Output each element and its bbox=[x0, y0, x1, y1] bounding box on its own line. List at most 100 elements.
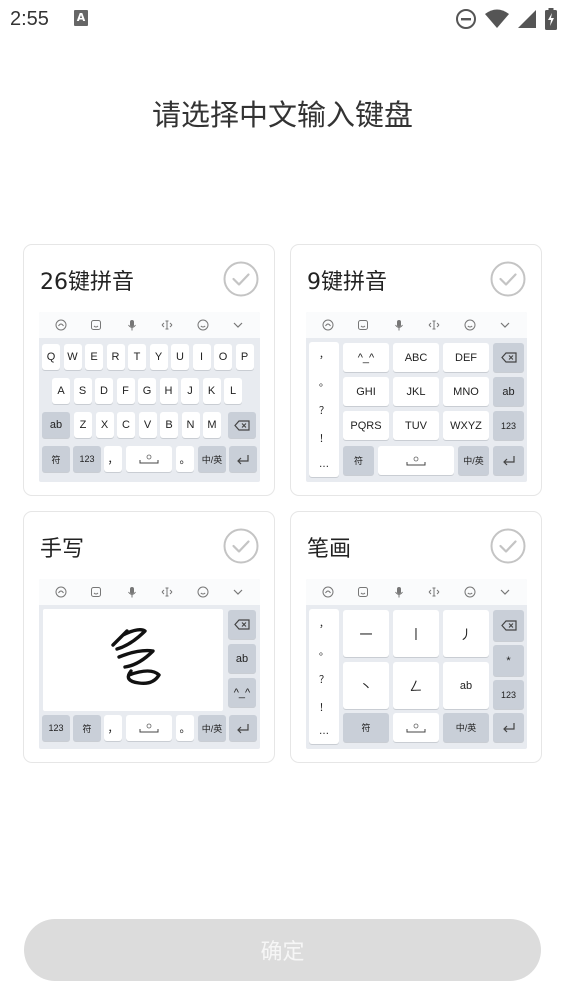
check-circle-icon[interactable] bbox=[223, 261, 259, 297]
microphone-icon bbox=[394, 320, 403, 331]
page-title: 请选择中文输入键盘 bbox=[151, 98, 413, 132]
keyboard-toolbar bbox=[39, 312, 260, 338]
key: DEF bbox=[443, 343, 489, 372]
enter-icon bbox=[237, 723, 249, 733]
punct-key: ！ bbox=[319, 434, 329, 445]
punctuation-column: ， 。 ？ ！ … bbox=[309, 342, 339, 477]
key: Y bbox=[149, 344, 168, 370]
key: A bbox=[52, 378, 70, 404]
check-circle-icon[interactable] bbox=[490, 261, 526, 297]
cursor-move-icon bbox=[428, 320, 440, 330]
key: Q bbox=[42, 344, 60, 370]
space-icon bbox=[406, 456, 426, 465]
check-circle-icon[interactable] bbox=[223, 528, 259, 564]
space-icon bbox=[139, 723, 159, 733]
key: U bbox=[171, 344, 189, 370]
keyboard-option-stroke[interactable]: 笔画 ， 。 ？ ！ … 一 丨 丿 丶 𠃋 ab * 123 符 中/英 bbox=[290, 511, 542, 763]
keyboard-preview: ab ^_^ 123 符 ， 。 中/英 bbox=[39, 579, 260, 749]
keyboard-option-pinyin26[interactable]: 26键拼音 Q W E R T Y U I O P A S D F G H J … bbox=[23, 244, 275, 496]
backspace-icon bbox=[500, 620, 517, 631]
cellular-signal-icon bbox=[518, 10, 536, 28]
space-key bbox=[126, 715, 172, 741]
keyboard-option-handwrite[interactable]: 手写 ab ^_^ 123 符 ， 。 中/英 bbox=[23, 511, 275, 763]
emoji-panel-icon bbox=[358, 587, 369, 597]
microphone-icon bbox=[127, 320, 136, 331]
keyboard-toolbar bbox=[39, 579, 260, 605]
backspace-key bbox=[493, 610, 524, 641]
key: 123 bbox=[42, 715, 70, 741]
key: ab bbox=[443, 662, 489, 709]
key: ^_^ bbox=[343, 343, 389, 372]
smiley-icon bbox=[197, 319, 209, 331]
confirm-button[interactable]: 确定 bbox=[24, 919, 541, 981]
key: ab bbox=[228, 644, 256, 673]
handwriting-area bbox=[43, 609, 223, 711]
key: 123 bbox=[73, 446, 101, 472]
key: N bbox=[181, 412, 200, 438]
logo-icon bbox=[322, 319, 334, 331]
key: 中/英 bbox=[443, 713, 489, 742]
microphone-icon bbox=[394, 587, 403, 598]
enter-key bbox=[229, 446, 257, 472]
punctuation-column: ， 。 ？ ！ … bbox=[309, 609, 339, 744]
key: C bbox=[117, 412, 135, 438]
notification-a-icon: A bbox=[74, 10, 88, 26]
key: 中/英 bbox=[198, 715, 226, 741]
cursor-move-icon bbox=[428, 587, 440, 597]
key: 中/英 bbox=[198, 446, 226, 472]
enter-key bbox=[229, 715, 257, 741]
punct-key: ？ bbox=[319, 406, 329, 417]
keyboard-preview: ， 。 ？ ！ … 一 丨 丿 丶 𠃋 ab * 123 符 中/英 bbox=[306, 579, 527, 749]
wifi-icon bbox=[485, 9, 509, 28]
key: J bbox=[181, 378, 199, 404]
punct-key: ？ bbox=[319, 675, 329, 686]
smiley-icon bbox=[464, 586, 476, 598]
key: 123 bbox=[493, 680, 524, 709]
key: 符 bbox=[73, 715, 101, 741]
punct-key: 。 bbox=[319, 647, 329, 658]
key: * bbox=[493, 645, 524, 676]
chevron-down-icon bbox=[500, 589, 510, 595]
key: M bbox=[203, 412, 221, 438]
key: L bbox=[224, 378, 242, 404]
chevron-down-icon bbox=[500, 322, 510, 328]
punct-key: ， bbox=[319, 350, 329, 361]
option-label: 9键拼音 bbox=[307, 270, 387, 295]
enter-key bbox=[493, 713, 524, 742]
keyboard-preview: ， 。 ？ ！ … ^_^ ABC DEF GHI JKL MNO PQRS T… bbox=[306, 312, 527, 482]
do-not-disturb-icon bbox=[456, 9, 476, 29]
key: 丨 bbox=[393, 610, 439, 657]
status-bar: 2:55 A bbox=[0, 0, 565, 40]
handwriting-stroke-icon bbox=[111, 627, 161, 686]
cursor-move-icon bbox=[161, 320, 173, 330]
key: 符 bbox=[343, 446, 374, 475]
space-icon bbox=[406, 723, 426, 732]
key: I bbox=[192, 344, 211, 370]
clock: 2:55 bbox=[10, 8, 49, 30]
keyboard-toolbar bbox=[306, 312, 527, 338]
backspace-icon bbox=[500, 352, 517, 363]
emoji-panel-icon bbox=[358, 320, 369, 330]
keyboard-option-pinyin9[interactable]: 9键拼音 ， 。 ？ ！ … ^_^ ABC DEF GHI JKL MNO P… bbox=[290, 244, 542, 496]
key: ， bbox=[104, 715, 122, 741]
key: D bbox=[95, 378, 113, 404]
punct-key: … bbox=[319, 459, 329, 470]
punct-key: ！ bbox=[319, 703, 329, 714]
system-icons bbox=[455, 7, 557, 31]
keyboard-preview: Q W E R T Y U I O P A S D F G H J K L ab… bbox=[39, 312, 260, 482]
key: 符 bbox=[42, 446, 70, 472]
key: 符 bbox=[343, 713, 389, 742]
key: S bbox=[73, 378, 92, 404]
key: R bbox=[106, 344, 125, 370]
space-icon bbox=[139, 454, 159, 464]
key: G bbox=[138, 378, 156, 404]
backspace-key bbox=[228, 610, 256, 639]
punct-key: 。 bbox=[319, 378, 329, 389]
backspace-key bbox=[228, 412, 256, 438]
check-circle-icon[interactable] bbox=[490, 528, 526, 564]
space-key bbox=[126, 446, 172, 472]
key: ab bbox=[42, 412, 70, 438]
key: B bbox=[160, 412, 178, 438]
emoji-panel-icon bbox=[91, 587, 102, 597]
option-label: 手写 bbox=[40, 537, 85, 562]
